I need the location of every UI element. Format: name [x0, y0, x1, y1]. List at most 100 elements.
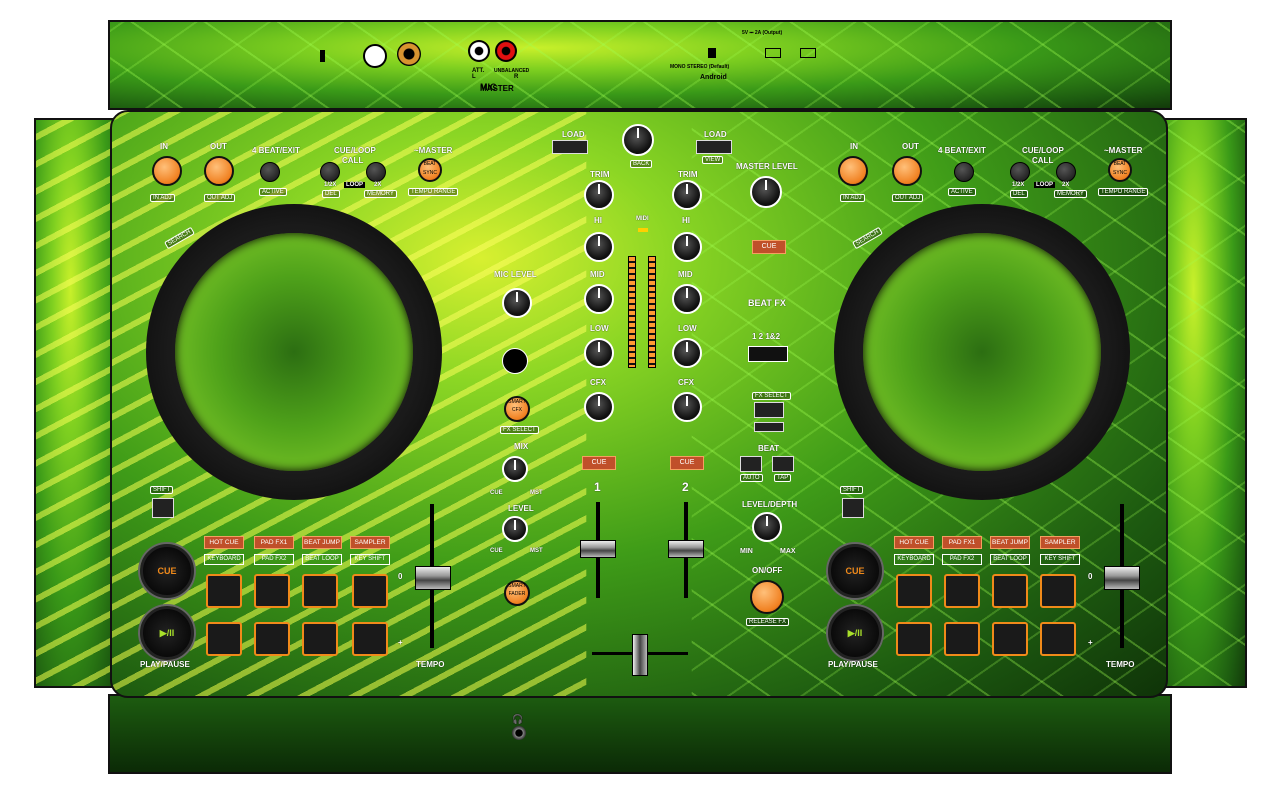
load-right-button[interactable] [696, 140, 732, 154]
left-out-button[interactable] [204, 156, 234, 186]
left-pad-6[interactable] [254, 622, 290, 656]
right-mode-beat-jump[interactable]: BEAT JUMP [990, 536, 1030, 549]
mid-1-knob[interactable] [584, 284, 614, 314]
left-mode-hot-cue[interactable]: HOT CUE [204, 536, 244, 549]
smart-cfx-label: SMART CFX [508, 399, 526, 413]
left-jog-wheel[interactable] [146, 204, 442, 500]
right-pad-3[interactable] [992, 574, 1028, 608]
fx-select-down-button[interactable] [754, 402, 784, 418]
left-beat-sync-button[interactable]: BEAT SYNC [418, 158, 442, 182]
headphone-level-knob[interactable] [502, 516, 528, 542]
right-master-label: ~MASTER [1104, 146, 1143, 155]
right-pad-5[interactable] [896, 622, 932, 656]
mic-att-knob[interactable] [363, 44, 387, 68]
level-depth-knob[interactable] [752, 512, 782, 542]
vu-meter-2 [648, 256, 656, 368]
trim-1-knob[interactable] [584, 180, 614, 210]
left-pad-2[interactable] [254, 574, 290, 608]
left-jog-top[interactable] [175, 233, 413, 471]
cfx-2-knob[interactable] [672, 392, 702, 422]
left-pad-3[interactable] [302, 574, 338, 608]
headphone-jack[interactable] [512, 726, 526, 740]
beat-left-button[interactable] [740, 456, 762, 472]
left-mode-sampler[interactable]: SAMPLER [350, 536, 390, 549]
trim-2-knob[interactable] [672, 180, 702, 210]
right-4beat-label: 4 BEAT/EXIT [938, 146, 986, 155]
cfx-1-knob[interactable] [584, 392, 614, 422]
front-panel: 🎧 [108, 694, 1172, 774]
ch1-fader[interactable] [580, 540, 616, 558]
cfx-2-label: CFX [678, 378, 694, 387]
left-pad-4[interactable] [352, 574, 388, 608]
right-cue-button[interactable]: CUE [828, 544, 882, 598]
left-pad-5[interactable] [206, 622, 242, 656]
beat-right-button[interactable] [772, 456, 794, 472]
left-shift-button[interactable] [152, 498, 174, 518]
beat-fx-label: BEAT FX [748, 298, 786, 308]
left-4beat-button[interactable] [260, 162, 280, 182]
right-shift-button[interactable] [842, 498, 864, 518]
right-pad-4[interactable] [1040, 574, 1076, 608]
hi-2-knob[interactable] [672, 232, 702, 262]
right-mode-hot-cue[interactable]: HOT CUE [894, 536, 934, 549]
cfx-1-label: CFX [590, 378, 606, 387]
smart-cfx-button[interactable]: SMART CFX [504, 396, 530, 422]
right-beat-sync-button[interactable]: BEAT SYNC [1108, 158, 1132, 182]
right-pad-1[interactable] [896, 574, 932, 608]
left-pad-7[interactable] [302, 622, 338, 656]
left-call-prev-button[interactable] [320, 162, 340, 182]
left-call-next-button[interactable] [366, 162, 386, 182]
left-tempo-fader[interactable] [415, 566, 451, 590]
right-call-prev-button[interactable] [1010, 162, 1030, 182]
auto-label: AUTO [740, 474, 763, 482]
hi-1-knob[interactable] [584, 232, 614, 262]
low-1-knob[interactable] [584, 338, 614, 368]
right-out-adj: OUT ADJ [892, 194, 924, 202]
right-call-next-button[interactable] [1056, 162, 1076, 182]
left-cue-button[interactable]: CUE [140, 544, 194, 598]
left-pad-1[interactable] [206, 574, 242, 608]
fx-on-off-button[interactable] [750, 580, 784, 614]
right-4beat-button[interactable] [954, 162, 974, 182]
master-out-r-jack[interactable] [495, 40, 517, 62]
load-left-button[interactable] [552, 140, 588, 154]
right-pad-6[interactable] [944, 622, 980, 656]
right-jog-wheel[interactable] [834, 204, 1130, 500]
right-pad-8[interactable] [1040, 622, 1076, 656]
master-level-knob[interactable] [750, 176, 782, 208]
smart-fader-button[interactable]: SMART FADER [504, 580, 530, 606]
master-out-l-jack[interactable] [468, 40, 490, 62]
mid-2-knob[interactable] [672, 284, 702, 314]
left-mode-pad-fx1[interactable]: PAD FX1 [254, 536, 294, 549]
right-mode-pad-fx1[interactable]: PAD FX1 [942, 536, 982, 549]
play-pause-icon: ▶/II [847, 627, 863, 638]
right-half-x: 1/2X [1012, 182, 1025, 188]
left-play-button[interactable]: ▶/II [140, 606, 194, 660]
beat-fx-channel-switch[interactable] [748, 346, 788, 362]
right-play-button[interactable]: ▶/II [828, 606, 882, 660]
right-in-button[interactable] [838, 156, 868, 186]
right-pad-2[interactable] [944, 574, 980, 608]
right-jog-top[interactable] [863, 233, 1101, 471]
right-mode-sampler[interactable]: SAMPLER [1040, 536, 1080, 549]
left-in-button[interactable] [152, 156, 182, 186]
low-1-label: LOW [590, 324, 609, 333]
left-pad-8[interactable] [352, 622, 388, 656]
headphone-mix-knob[interactable] [502, 456, 528, 482]
fx-select-up-button[interactable] [754, 422, 784, 432]
mic-input-jack[interactable] [397, 42, 421, 66]
hi-2-label: HI [682, 216, 690, 225]
cue-2-button[interactable]: CUE [670, 456, 704, 470]
left-mode-beat-jump[interactable]: BEAT JUMP [302, 536, 342, 549]
ch2-fader[interactable] [668, 540, 704, 558]
right-pad-7[interactable] [992, 622, 1028, 656]
browse-knob[interactable] [622, 124, 654, 156]
cue-1-button[interactable]: CUE [582, 456, 616, 470]
low-2-knob[interactable] [672, 338, 702, 368]
right-out-button[interactable] [892, 156, 922, 186]
master-cue-button[interactable]: CUE [752, 240, 786, 254]
mic-level-knob[interactable] [502, 288, 532, 318]
crossfader[interactable] [632, 634, 648, 676]
right-tempo-fader[interactable] [1104, 566, 1140, 590]
mono-stereo-switch[interactable] [708, 48, 716, 58]
